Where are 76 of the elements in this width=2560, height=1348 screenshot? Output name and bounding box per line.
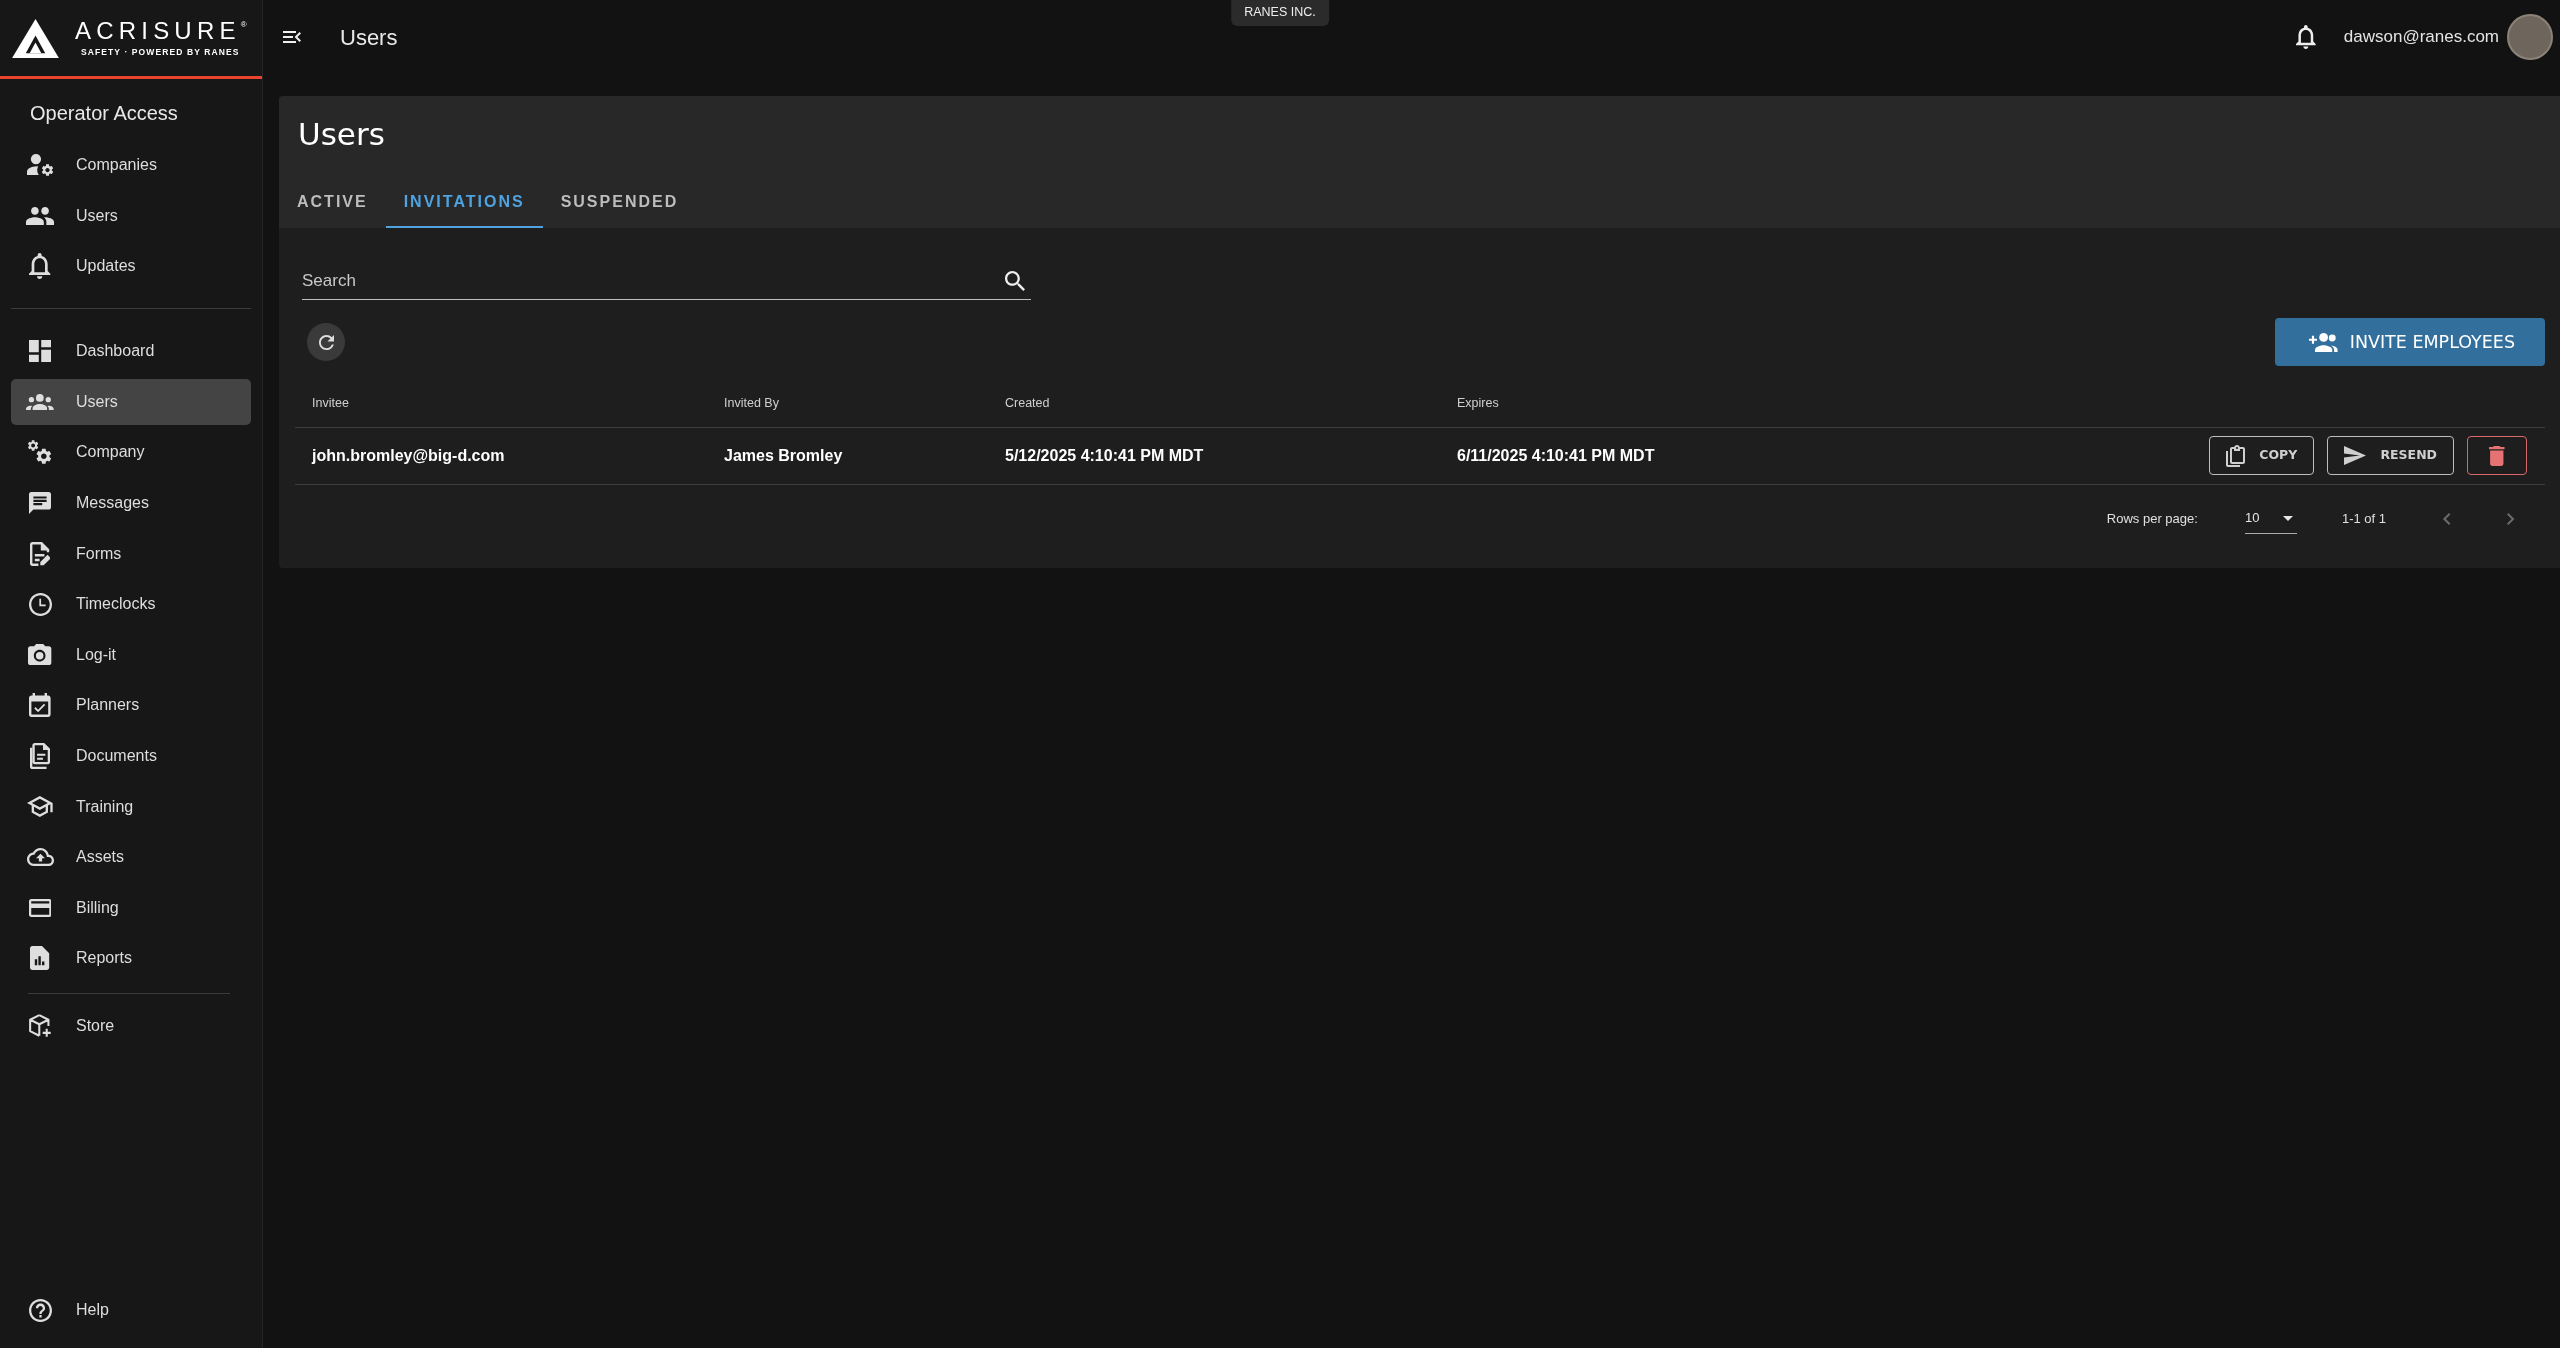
organization-label: RANES INC.: [1231, 0, 1329, 26]
triangle-logo-icon: [12, 18, 59, 58]
search-field[interactable]: Search: [302, 262, 1031, 300]
camera-icon: [28, 644, 52, 666]
chevron-right-icon: [2507, 512, 2515, 525]
table-cell: 5/12/2025 4:10:41 PM MDT: [988, 427, 1440, 484]
tab[interactable]: INVITATIONS: [385, 178, 543, 228]
sidebar-item[interactable]: Planners: [11, 682, 251, 729]
column-header: Invited By: [707, 380, 988, 427]
page-range-label: 1-1 of 1: [2341, 509, 2386, 528]
brand-name: ACRISURE$^{®}$: [75, 19, 247, 44]
menu-icon[interactable]: [283, 31, 301, 43]
column-header: Expires: [1440, 380, 1869, 427]
search-icon: [1005, 271, 1025, 291]
sidebar-item[interactable]: Dashboard: [11, 328, 251, 375]
table-cell: john.bromley@big-d.com: [295, 427, 707, 484]
sidebar-item[interactable]: Help: [11, 1287, 251, 1334]
people-icon: [26, 206, 54, 225]
people-plus-icon: [2309, 332, 2338, 352]
trash-icon: [2489, 445, 2505, 466]
tab[interactable]: ACTIVE: [279, 178, 386, 228]
person-gear-icon: [26, 154, 54, 176]
column-header: Created: [988, 380, 1440, 427]
refresh-button[interactable]: [307, 323, 345, 361]
resend-button[interactable]: RESEND: [2327, 436, 2454, 475]
gears-icon: [28, 440, 52, 465]
user-email: dawson@ranes.com: [2343, 26, 2499, 49]
dashboard-icon: [29, 340, 51, 363]
invite-employees-button[interactable]: INVITE EMPLOYEES: [2275, 318, 2545, 366]
refresh-icon: [318, 334, 334, 350]
section-title: Operator Access: [30, 101, 178, 125]
chevron-left-icon: [2443, 512, 2451, 525]
table-cell: 6/11/2025 4:10:41 PM MDT: [1440, 427, 1869, 484]
caret-icon: [2282, 515, 2293, 521]
help-icon: [28, 1298, 52, 1322]
page-title: Users: [298, 115, 385, 154]
credit-card-icon: [28, 898, 52, 917]
sidebar-item[interactable]: Users: [11, 378, 251, 425]
cloud-upload-icon: [26, 848, 54, 867]
sidebar-item[interactable]: Training: [11, 783, 251, 830]
people-group-icon: [26, 393, 54, 410]
brand-tagline: SAFETY · POWERED BY RANES: [80, 48, 241, 57]
sidebar-item[interactable]: Assets: [11, 834, 251, 881]
graduation-cap-icon: [27, 796, 53, 817]
copy-icon: [2226, 444, 2246, 467]
sidebar-item[interactable]: Updates: [11, 243, 251, 290]
rows-per-page-label: Rows per page:: [2106, 509, 2198, 528]
sidebar-item[interactable]: Company: [11, 429, 251, 476]
sidebar-item[interactable]: Users: [11, 192, 251, 239]
page-heading: Users: [340, 23, 398, 52]
send-icon: [2344, 446, 2367, 465]
sidebar-item[interactable]: Messages: [11, 479, 251, 526]
calendar-check-icon: [29, 693, 51, 718]
document-edit-icon: [29, 541, 51, 566]
bell-icon: [29, 253, 51, 280]
sidebar-item[interactable]: Log-it: [11, 631, 251, 678]
chat-icon: [29, 491, 51, 514]
copy-button[interactable]: COPY: [2209, 436, 2315, 475]
sidebar-item[interactable]: Forms: [11, 530, 251, 577]
tab[interactable]: SUSPENDED: [542, 178, 697, 228]
sidebar-item[interactable]: Reports: [11, 935, 251, 982]
box-plus-icon: [28, 1014, 52, 1039]
bell-icon[interactable]: [2296, 25, 2316, 49]
avatar-icon[interactable]: [2507, 14, 2553, 60]
documents-icon: [29, 742, 51, 769]
sidebar-item[interactable]: Documents: [11, 732, 251, 779]
rows-per-page-select[interactable]: 10: [2244, 503, 2297, 534]
column-header: Invitee: [295, 380, 707, 427]
clock-icon: [28, 592, 52, 616]
delete-button[interactable]: [2467, 436, 2527, 475]
chart-file-icon: [30, 946, 50, 971]
sidebar-item[interactable]: Timeclocks: [11, 581, 251, 628]
sidebar-item[interactable]: Billing: [11, 884, 251, 931]
sidebar-item[interactable]: Companies: [11, 142, 251, 188]
sidebar-item[interactable]: Store: [11, 1003, 251, 1050]
table-cell: James Bromley: [707, 427, 988, 484]
